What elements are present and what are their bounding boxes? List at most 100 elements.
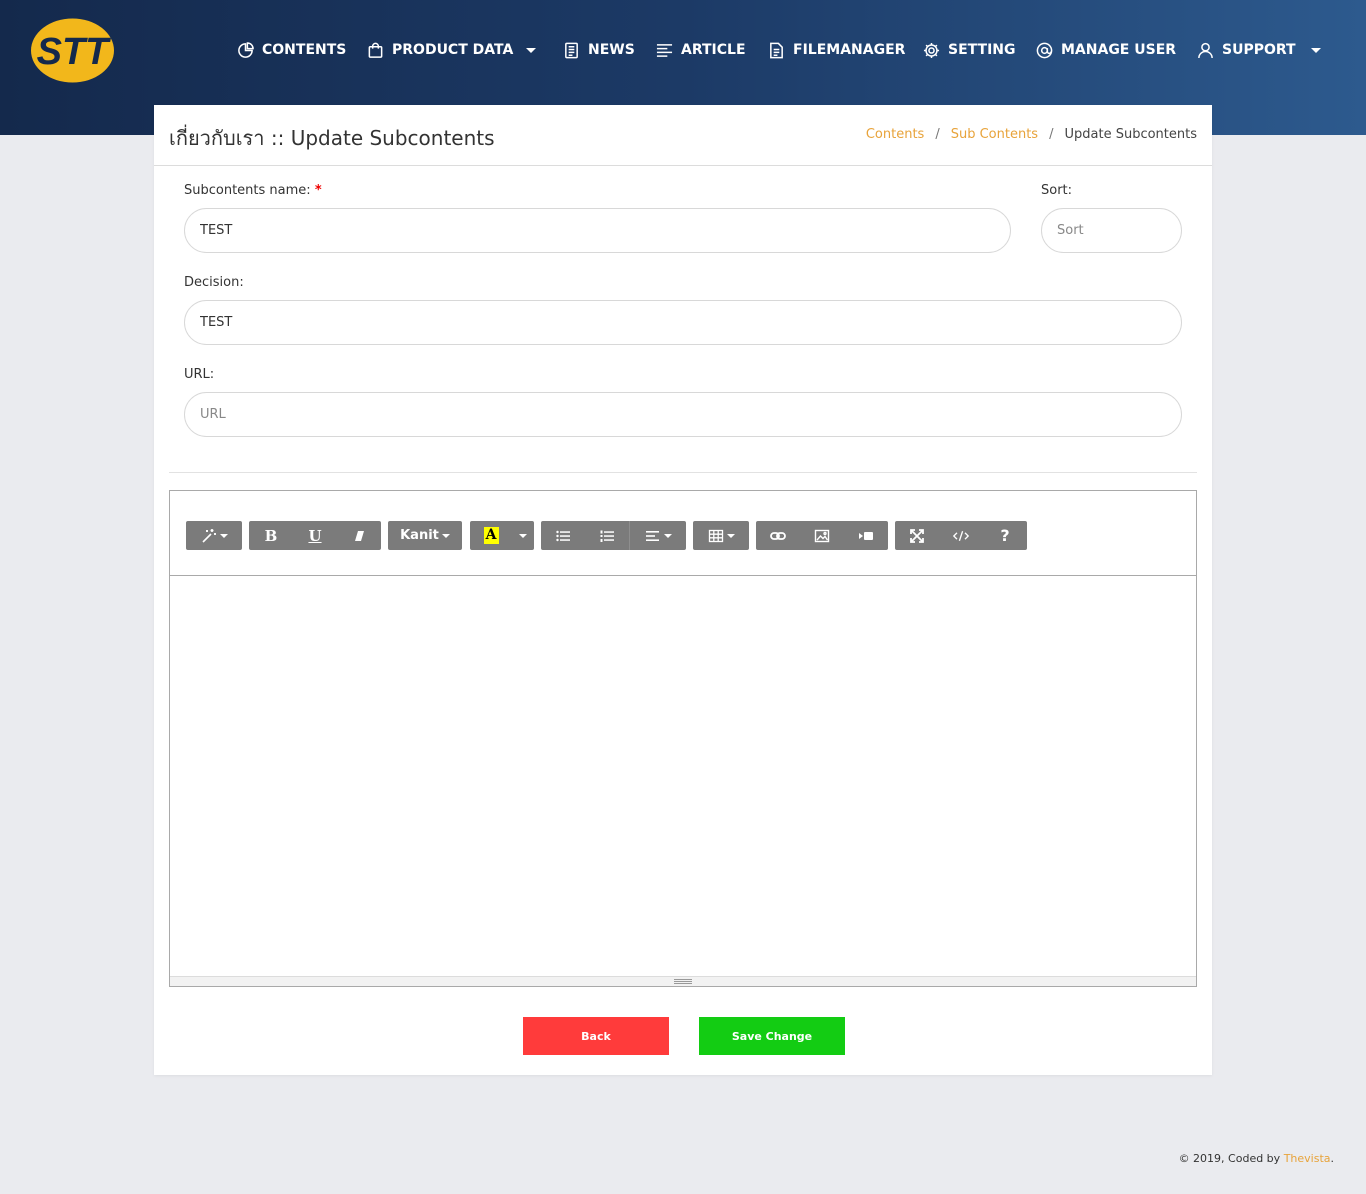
table-group bbox=[693, 521, 749, 550]
gear-icon bbox=[923, 42, 940, 58]
pie-chart-icon bbox=[238, 41, 254, 58]
url-input[interactable] bbox=[184, 392, 1182, 437]
chevron-down-icon bbox=[663, 533, 672, 538]
underline-icon: U bbox=[308, 526, 322, 545]
nav-setting[interactable]: SETTING bbox=[923, 38, 1015, 62]
insert-link-button[interactable] bbox=[756, 521, 800, 550]
help-icon: ? bbox=[1000, 526, 1010, 545]
required-mark: * bbox=[314, 183, 322, 198]
font-name-group: Kanit bbox=[388, 521, 462, 550]
nav-support[interactable]: SUPPORT bbox=[1197, 38, 1296, 62]
sort-input[interactable] bbox=[1041, 208, 1182, 253]
footer-brand-link[interactable]: Thevista bbox=[1284, 1152, 1331, 1165]
help-button[interactable]: ? bbox=[983, 521, 1027, 550]
breadcrumb: Contents / Sub Contents / Update Subcont… bbox=[866, 127, 1197, 142]
form-divider bbox=[169, 472, 1197, 473]
text-color-button[interactable]: A bbox=[470, 521, 512, 550]
nav-product-data[interactable]: PRODUCT DATA bbox=[367, 38, 513, 62]
eraser-icon bbox=[355, 530, 364, 541]
document-icon bbox=[565, 42, 578, 58]
decision-input[interactable] bbox=[184, 300, 1182, 345]
style-group bbox=[186, 521, 242, 550]
resize-grip-icon bbox=[674, 979, 692, 984]
link-icon bbox=[770, 531, 786, 540]
subcontents-name-label: Subcontents name: * bbox=[184, 183, 322, 198]
table-dropdown-button[interactable] bbox=[693, 521, 749, 550]
breadcrumb-separator: / bbox=[1049, 127, 1054, 142]
rich-text-editor: B U Kanit A ? bbox=[169, 490, 1197, 987]
logo[interactable]: STT bbox=[30, 17, 115, 84]
nav-support-label: SUPPORT bbox=[1222, 42, 1296, 58]
editor-resize-handle[interactable] bbox=[170, 976, 1196, 986]
subcontents-name-input[interactable] bbox=[184, 208, 1011, 253]
font-name-dropdown[interactable]: Kanit bbox=[388, 521, 462, 550]
font-style-group: B U bbox=[249, 521, 381, 550]
video-icon bbox=[859, 531, 873, 540]
logo-icon: STT bbox=[31, 18, 114, 83]
paragraph-align-dropdown[interactable] bbox=[630, 521, 686, 550]
breadcrumb-current: Update Subcontents bbox=[1064, 127, 1197, 142]
logo-text: STT bbox=[37, 31, 112, 73]
color-dropdown-button[interactable] bbox=[512, 521, 534, 550]
picture-icon bbox=[814, 529, 830, 542]
chevron-down-icon bbox=[519, 533, 527, 538]
support-dropdown-caret[interactable] bbox=[1309, 38, 1323, 62]
nav-manage-user[interactable]: MANAGE USER bbox=[1036, 38, 1176, 62]
footer: © 2019, Coded by Thevista. bbox=[1179, 1152, 1334, 1165]
user-icon bbox=[1198, 42, 1213, 58]
nav-contents-label: CONTENTS bbox=[262, 42, 347, 58]
nav-filemanager-label: FILEMANAGER bbox=[793, 42, 906, 58]
font-name-label: Kanit bbox=[400, 528, 439, 543]
breadcrumb-sub-contents[interactable]: Sub Contents bbox=[951, 127, 1038, 142]
chevron-down-icon bbox=[726, 533, 735, 538]
breadcrumb-separator: / bbox=[935, 127, 940, 142]
view-group: ? bbox=[895, 521, 1027, 550]
unordered-list-icon bbox=[556, 530, 570, 541]
page-title: เกี่ยวกับเรา :: Update Subcontents bbox=[169, 126, 495, 150]
subcontents-name-label-text: Subcontents name: bbox=[184, 183, 311, 198]
footer-copyright: © 2019, Coded by bbox=[1178, 1152, 1281, 1165]
ordered-list-icon bbox=[600, 530, 614, 542]
chevron-down-icon bbox=[219, 533, 228, 538]
shopping-bag-icon bbox=[368, 42, 383, 58]
nav-product-data-label: PRODUCT DATA bbox=[392, 42, 514, 58]
footer-period: . bbox=[1330, 1152, 1335, 1165]
back-button[interactable]: Back bbox=[523, 1017, 669, 1055]
text-color-icon: A bbox=[483, 527, 499, 544]
nav-setting-label: SETTING bbox=[948, 42, 1016, 58]
url-label: URL: bbox=[184, 367, 215, 382]
text-align-icon bbox=[656, 43, 673, 57]
nav-filemanager[interactable]: FILEMANAGER bbox=[768, 38, 905, 62]
ordered-list-button[interactable] bbox=[585, 521, 629, 550]
editor-toolbar: B U Kanit A ? bbox=[170, 491, 1196, 576]
insert-picture-button[interactable] bbox=[800, 521, 844, 550]
nav-manage-user-label: MANAGE USER bbox=[1061, 42, 1177, 58]
nav-article-label: ARTICLE bbox=[681, 42, 746, 58]
update-subcontents-card: เกี่ยวกับเรา :: Update Subcontents Conte… bbox=[154, 105, 1212, 1075]
nav-news[interactable]: NEWS bbox=[563, 38, 635, 62]
nav-contents[interactable]: CONTENTS bbox=[237, 38, 346, 62]
color-group: A bbox=[470, 521, 534, 550]
clear-format-button[interactable] bbox=[337, 521, 381, 550]
insert-group bbox=[756, 521, 888, 550]
unordered-list-button[interactable] bbox=[541, 521, 585, 550]
at-sign-icon bbox=[1036, 42, 1053, 58]
insert-video-button[interactable] bbox=[844, 521, 888, 550]
nav-article[interactable]: ARTICLE bbox=[656, 38, 746, 62]
paragraph-align-icon bbox=[645, 530, 659, 541]
decision-label: Decision: bbox=[184, 275, 244, 290]
fullscreen-button[interactable] bbox=[895, 521, 939, 550]
paragraph-group bbox=[541, 521, 686, 550]
file-icon bbox=[770, 42, 783, 58]
product-data-dropdown-caret[interactable] bbox=[524, 38, 538, 62]
editor-content-area[interactable] bbox=[170, 577, 1196, 977]
underline-button[interactable]: U bbox=[293, 521, 337, 550]
sort-label: Sort: bbox=[1041, 183, 1073, 198]
bold-button[interactable]: B bbox=[249, 521, 293, 550]
style-dropdown-button[interactable] bbox=[186, 521, 242, 550]
breadcrumb-contents[interactable]: Contents bbox=[866, 127, 924, 142]
bold-icon: B bbox=[264, 526, 278, 545]
code-view-button[interactable] bbox=[939, 521, 983, 550]
save-change-button[interactable]: Save Change bbox=[699, 1017, 845, 1055]
card-header: เกี่ยวกับเรา :: Update Subcontents Conte… bbox=[154, 105, 1212, 166]
